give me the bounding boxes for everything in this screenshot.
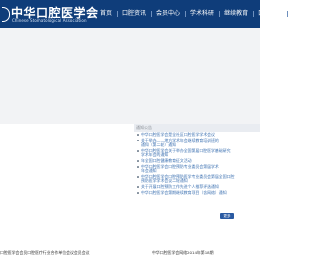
notice-item[interactable]: 关于开展口腔预防工作先进个人推荐评选通知 bbox=[137, 184, 237, 190]
footer-right-text: 中华口腔医学会网络2014年第18期 bbox=[152, 250, 214, 255]
nav-item-dental-science[interactable]: 口腔科普 bbox=[253, 9, 288, 19]
notice-list: 中华口腔医学会是全社区口腔医学学术会议 关于举办——地方学术年会继续教育培训班的… bbox=[137, 132, 237, 197]
notice-panel: 通知公告 中华口腔医学会是全社区口腔医学学术会议 关于举办——地方学术年会继续教… bbox=[134, 124, 260, 244]
notice-item-line: 预防医学学术会议二轮通知 bbox=[141, 178, 188, 184]
notice-item[interactable]: 年全国口腔健康教育征文活动 bbox=[137, 158, 237, 164]
footer: 口腔医学会会员口腔医疗行业合作单位会议会员会议 中华口腔医学会网络2014年第1… bbox=[0, 244, 260, 257]
notice-item-line: 年全国口腔健康教育征文活动 bbox=[141, 158, 192, 164]
footer-left-text[interactable]: 口腔医学会会员口腔医疗行业合作单位会议会员会议 bbox=[0, 250, 89, 256]
notice-item[interactable]: 关于举办——地方学术年会继续教育培训班的 通知（第二轮）通知 bbox=[137, 138, 237, 148]
notice-item-line: 中华口腔医学会是全社区口腔医学学术会议 bbox=[141, 132, 215, 137]
logo-icon bbox=[2, 7, 10, 22]
nav-item-continuing-education[interactable]: 继续教育 bbox=[219, 9, 254, 19]
notice-item-line: 年会通知 bbox=[141, 168, 157, 174]
notice-item[interactable]: 中华口腔医学会第期继续教育项目（含网络）通知 bbox=[137, 190, 237, 196]
hero-banner bbox=[0, 28, 260, 124]
notice-item[interactable]: 中华口腔医学会口腔预防专业委员会第届学术 年会通知 bbox=[137, 164, 237, 174]
notice-item-line: 学术年会的通知 bbox=[141, 152, 169, 158]
nav-item-academic-research[interactable]: 学术科研 bbox=[185, 9, 220, 19]
notice-heading: 通知公告 bbox=[134, 124, 260, 132]
nav-item-dental-news[interactable]: 口腔资讯 bbox=[117, 9, 152, 19]
nav-item-member-center[interactable]: 会员中心 bbox=[151, 9, 186, 19]
logo-subtitle: Chinese Stomatological Association bbox=[12, 18, 87, 23]
notice-item-line: 关于开展口腔预防工作先进个人推荐评选通知 bbox=[141, 184, 219, 190]
nav-item-about[interactable]: 关 bbox=[287, 9, 304, 19]
notice-item-line: 中华口腔医学会第期继续教育项目（含网络）通知 bbox=[141, 190, 227, 196]
notice-item[interactable]: 中华口腔医学会口腔预防医学专业委员会第届全国口腔 预防医学学术会议二轮通知 bbox=[137, 174, 237, 184]
main-nav: 首页 口腔资讯 会员中心 学术科研 继续教育 口腔科普 关 bbox=[96, 9, 304, 19]
notice-item[interactable]: 中华口腔医学会关于举办全国第届口腔医学基础研究 学术年会的通知 bbox=[137, 148, 237, 158]
notice-item-line: 通知（第二轮）通知 bbox=[141, 142, 177, 148]
site-header: 中华口腔医学会 Chinese Stomatological Associati… bbox=[0, 0, 298, 28]
notice-item[interactable]: 中华口腔医学会是全社区口腔医学学术会议 bbox=[137, 132, 237, 137]
nav-item-home[interactable]: 首页 bbox=[96, 9, 118, 19]
more-button[interactable]: 更多 bbox=[220, 213, 234, 219]
